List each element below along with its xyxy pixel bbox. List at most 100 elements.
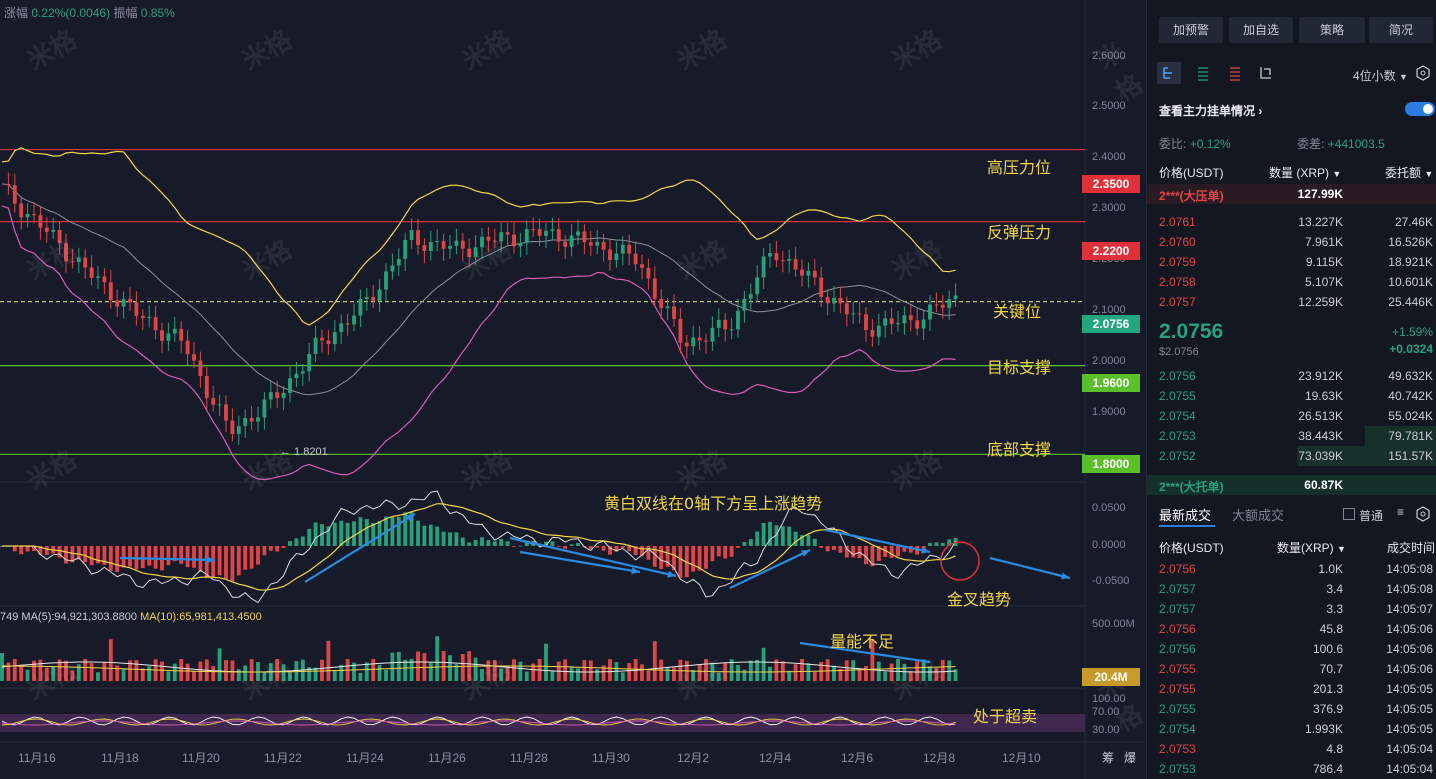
trend-arrow xyxy=(989,556,1071,580)
ask-row[interactable]: 2.0760 7.961K 16.526K xyxy=(1147,232,1436,252)
candle-chart-icon[interactable] xyxy=(1157,62,1181,84)
bid-total: 79.781K xyxy=(1388,429,1433,443)
bid-row[interactable]: 2.0754 26.513K 55.024K xyxy=(1147,406,1436,426)
candle-body xyxy=(166,333,171,341)
candle-body xyxy=(83,257,88,268)
strategy-button[interactable]: 策略 xyxy=(1299,17,1365,43)
macd-bar xyxy=(460,537,465,546)
candle-body xyxy=(384,271,388,290)
volume-bar xyxy=(704,659,708,681)
trade-row[interactable]: 2.0756 1.0K 14:05:08 xyxy=(1147,559,1436,579)
volume-bar xyxy=(902,663,907,681)
normal-checkbox[interactable] xyxy=(1343,508,1355,520)
volume-bar xyxy=(761,647,766,681)
trade-row[interactable]: 2.0757 3.3 14:05:07 xyxy=(1147,599,1436,619)
macd-bar xyxy=(345,522,350,546)
last-price-usd: $2.0756 xyxy=(1159,346,1199,358)
candle-body xyxy=(620,244,625,254)
volume-bar xyxy=(736,665,740,681)
trade-row[interactable]: 2.0755 201.3 14:05:05 xyxy=(1147,679,1436,699)
trade-row[interactable]: 2.0756 100.6 14:05:06 xyxy=(1147,639,1436,659)
candle-body xyxy=(742,298,747,311)
chip-button[interactable]: 筹 xyxy=(1102,749,1114,766)
settings-hex-icon-2[interactable] xyxy=(1415,506,1431,522)
candle-body xyxy=(870,330,875,337)
chart-area[interactable]: 涨幅 0.22%(0.0046) 振幅 0.85% 米格 米格 米格 米格 米格… xyxy=(0,0,1148,779)
ask-row[interactable]: 2.0759 9.115K 18.921K xyxy=(1147,252,1436,272)
bid-row[interactable]: 2.0753 38.443K 79.781K xyxy=(1147,426,1436,446)
big-bid-row[interactable]: 2***(大托单) 60.87K xyxy=(1147,475,1436,495)
volume-bar xyxy=(928,666,932,681)
candle-body xyxy=(499,232,504,242)
crop-icon[interactable] xyxy=(1255,62,1275,84)
settings-hex-icon[interactable] xyxy=(1415,65,1431,81)
trade-col-qty-label: 数量(XRP) xyxy=(1277,541,1334,555)
candle-body xyxy=(576,231,580,236)
add-alert-button[interactable]: 加预警 xyxy=(1159,17,1223,43)
ask-row[interactable]: 2.0761 13.227K 27.46K xyxy=(1147,212,1436,232)
overview-button[interactable]: 简况 xyxy=(1369,17,1433,43)
bid-qty: 19.63K xyxy=(1304,389,1343,403)
candle-body xyxy=(185,340,190,355)
macd-bar xyxy=(89,546,94,566)
volume-bar xyxy=(217,648,222,681)
burst-button[interactable]: 爆 xyxy=(1124,749,1136,766)
trade-row[interactable]: 2.0755 376.9 14:05:05 xyxy=(1147,699,1436,719)
trade-row[interactable]: 2.0756 45.8 14:05:06 xyxy=(1147,619,1436,639)
trade-qty: 4.8 xyxy=(1326,742,1343,756)
macd-bar xyxy=(838,546,843,553)
volume-bar xyxy=(864,666,868,681)
trade-price: 2.0754 xyxy=(1159,722,1196,736)
ask-qty: 9.115K xyxy=(1305,255,1343,269)
candle-body xyxy=(864,314,868,331)
filter-icon[interactable]: ≡ xyxy=(1397,505,1404,519)
candle-body xyxy=(371,297,376,301)
volume-bar xyxy=(160,661,164,681)
volume-bar xyxy=(550,671,555,681)
volume-bar xyxy=(748,660,753,681)
trade-time: 14:05:08 xyxy=(1386,582,1433,596)
candle-body xyxy=(147,317,152,319)
trade-row[interactable]: 2.0755 70.7 14:05:06 xyxy=(1147,659,1436,679)
candle-body xyxy=(57,229,62,244)
col-total-header[interactable]: 委托额 ▼ xyxy=(1385,164,1433,181)
volume-bar xyxy=(51,666,56,681)
trade-row[interactable]: 2.0754 1.993K 14:05:05 xyxy=(1147,719,1436,739)
chart-canvas[interactable] xyxy=(0,0,1145,779)
trade-col-qty[interactable]: 数量(XRP) ▼ xyxy=(1277,539,1346,556)
low-price-label: ← 1.8201 xyxy=(280,446,328,458)
list-red-icon[interactable] xyxy=(1225,62,1245,84)
candle-body xyxy=(409,230,414,241)
trade-row[interactable]: 2.0753 786.4 14:05:04 xyxy=(1147,759,1436,779)
main-orders-toggle[interactable] xyxy=(1405,102,1435,116)
col-qty-header[interactable]: 数量 (XRP) ▼ xyxy=(1269,164,1341,181)
candle-body xyxy=(217,404,222,406)
volume-bar xyxy=(665,667,670,681)
ask-row[interactable]: 2.0758 5.107K 10.601K xyxy=(1147,272,1436,292)
macd-bar xyxy=(819,546,824,548)
candle-body xyxy=(390,265,395,272)
trade-row[interactable]: 2.0757 3.4 14:05:08 xyxy=(1147,579,1436,599)
trade-row[interactable]: 2.0753 4.8 14:05:04 xyxy=(1147,739,1436,759)
volume-bar xyxy=(806,663,811,681)
volume-ma10-line xyxy=(2,665,956,673)
main-orders-link[interactable]: 查看主力挂单情况 › xyxy=(1159,102,1262,119)
ask-row[interactable]: 2.0757 12.259K 25.446K xyxy=(1147,292,1436,312)
big-bid-qty: 60.87K xyxy=(1304,478,1343,492)
big-ask-row[interactable]: 2***(大压单) 127.99K xyxy=(1147,184,1436,204)
list-icon[interactable] xyxy=(1193,62,1213,84)
bid-row[interactable]: 2.0752 73.039K 151.57K xyxy=(1147,446,1436,466)
bid-row[interactable]: 2.0756 23.912K 49.632K xyxy=(1147,366,1436,386)
macd-bar xyxy=(569,544,574,546)
macd-bar xyxy=(281,546,286,549)
macd-bar xyxy=(300,536,305,546)
volume-bar xyxy=(185,663,190,681)
decimals-select[interactable]: 4位小数 ▼ xyxy=(1353,67,1408,84)
bid-qty: 73.039K xyxy=(1298,449,1343,463)
tab-latest-trades[interactable]: 最新成交 xyxy=(1159,505,1211,524)
tab-big-trades[interactable]: 大额成交 xyxy=(1232,505,1284,524)
bid-row[interactable]: 2.0755 19.63K 40.742K xyxy=(1147,386,1436,406)
x-tick: 11月22 xyxy=(264,751,302,765)
candle-body xyxy=(307,353,312,372)
add-favorite-button[interactable]: 加自选 xyxy=(1229,17,1293,43)
